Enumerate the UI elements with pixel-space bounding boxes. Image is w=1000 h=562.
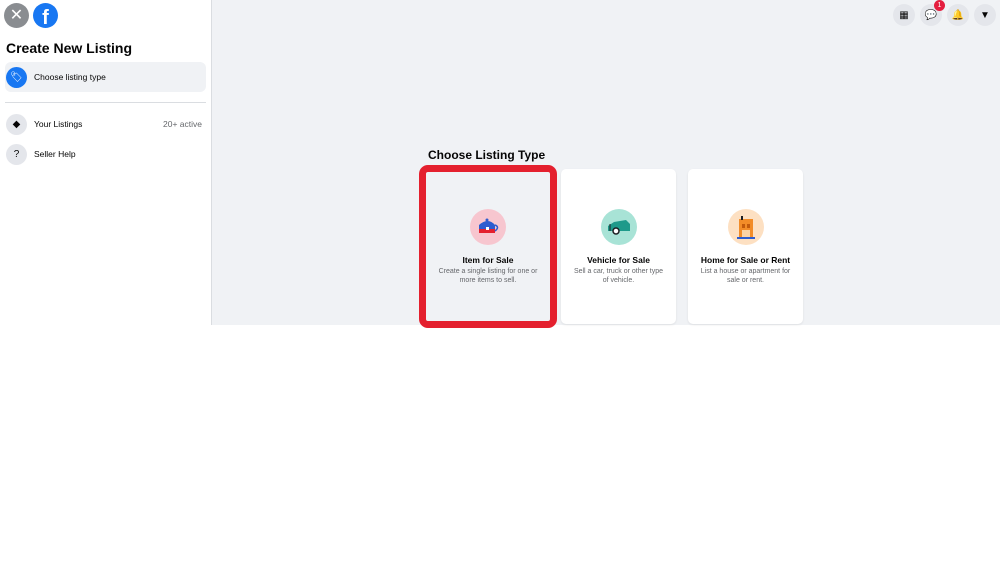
grid-icon: ▦ [899, 9, 909, 21]
card-title: Item for Sale [462, 255, 514, 265]
teapot-icon [470, 209, 506, 245]
listing-type-cards: Item for Sale Create a single listing fo… [419, 165, 803, 328]
sidebar-item-label: Seller Help [34, 149, 76, 159]
card-description: Sell a car, truck or other type of vehic… [573, 268, 664, 285]
close-icon: ✕ [9, 7, 24, 24]
sidebar-item-seller-help[interactable]: ? Seller Help [5, 139, 206, 169]
caret-down-icon: ▼ [980, 9, 990, 21]
close-button[interactable]: ✕ [4, 2, 29, 28]
card-item-for-sale[interactable]: Item for Sale Create a single listing fo… [419, 165, 557, 328]
notifications-button[interactable]: 🔔 [947, 4, 969, 26]
sidebar-item-label: Choose listing type [34, 72, 106, 82]
messenger-button[interactable]: 💬 1 [920, 0, 945, 26]
bell-icon: 🔔 [951, 9, 965, 21]
vehicle-icon [600, 209, 637, 245]
card-description: List a house or apartment for sale or re… [700, 268, 791, 285]
top-right-controls: ▦ 💬 1 🔔 ▼ [893, 0, 996, 26]
page-title: Create New Listing [6, 40, 133, 56]
card-description: Create a single listing for one or more … [438, 268, 538, 285]
card-vehicle-for-sale[interactable]: Vehicle for Sale Sell a car, truck or ot… [561, 169, 676, 324]
messenger-icon: 💬 [924, 9, 938, 21]
sidebar-item-choose-listing-type[interactable]: 🏷 Choose listing type [5, 62, 206, 92]
app: ✕ f Create New Listing 🏷 Choose listing … [0, 0, 1000, 328]
sidebar: ✕ f Create New Listing 🏷 Choose listing … [0, 0, 212, 325]
card-title: Home for Sale or Rent [700, 255, 791, 265]
sidebar-item-label: Your Listings [34, 119, 83, 129]
menu-button[interactable]: ▦ [893, 4, 915, 26]
sidebar-top: ✕ f [0, 0, 211, 30]
house-icon [727, 209, 764, 245]
sidebar-item-your-listings[interactable]: ◆ Your Listings 20+ active [5, 109, 206, 139]
divider [5, 102, 206, 103]
card-title: Vehicle for Sale [587, 255, 650, 265]
facebook-logo-icon[interactable]: f [33, 2, 58, 28]
main-area: ▦ 💬 1 🔔 ▼ Choose Listing Type Item for Sa… [212, 0, 1000, 328]
section-title: Choose Listing Type [428, 148, 546, 162]
tag-icon: 🏷 [6, 66, 27, 88]
card-home-for-sale-or-rent[interactable]: Home for Sale or Rent List a house or ap… [688, 169, 803, 324]
help-icon: ? [6, 143, 27, 165]
active-count: 20+ active [163, 119, 202, 129]
tags-icon: ◆ [6, 113, 27, 135]
account-button[interactable]: ▼ [974, 4, 996, 26]
notification-badge: 1 [934, 0, 945, 11]
